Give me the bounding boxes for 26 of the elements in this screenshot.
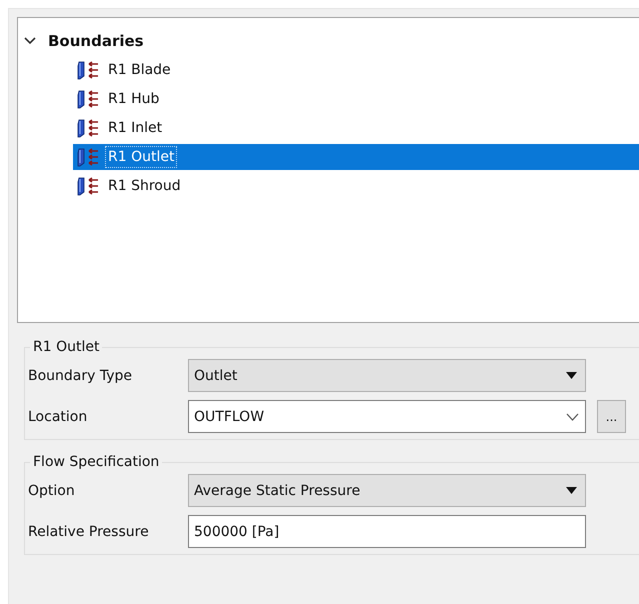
group-title: Flow Specification (32, 454, 160, 470)
combo-field[interactable]: OUTFLOW (188, 400, 586, 433)
dropdown-arrow-icon (566, 487, 577, 494)
tree-item[interactable]: R1 Hub (73, 86, 639, 112)
boundary-icon (76, 176, 100, 196)
dropdown[interactable]: Outlet (188, 359, 586, 392)
chevron-down-icon[interactable] (24, 36, 36, 46)
boundary-icon (76, 89, 100, 109)
boundary-icon (76, 118, 100, 138)
field-label: Option (28, 482, 76, 498)
tree-item[interactable]: R1 Outlet (73, 144, 639, 170)
browse-button[interactable]: ... (597, 400, 626, 433)
input-field[interactable]: 500000 [Pa] (188, 515, 586, 548)
group-title: R1 Outlet (32, 339, 100, 355)
boundary-icon (76, 147, 100, 167)
tree-item[interactable]: R1 Blade (73, 57, 639, 83)
field-label: Location (28, 408, 88, 424)
field-label: Boundary Type (28, 368, 134, 384)
tree-item[interactable]: R1 Shroud (73, 173, 639, 199)
tree-item[interactable]: R1 Inlet (73, 115, 639, 141)
boundary-icon (76, 60, 100, 80)
field-label: Relative Pressure (28, 524, 150, 540)
chevron-down-icon (566, 412, 579, 420)
tree-root-label[interactable]: Boundaries (48, 32, 144, 50)
dropdown[interactable]: Average Static Pressure (188, 474, 586, 507)
dropdown-arrow-icon (566, 372, 577, 379)
